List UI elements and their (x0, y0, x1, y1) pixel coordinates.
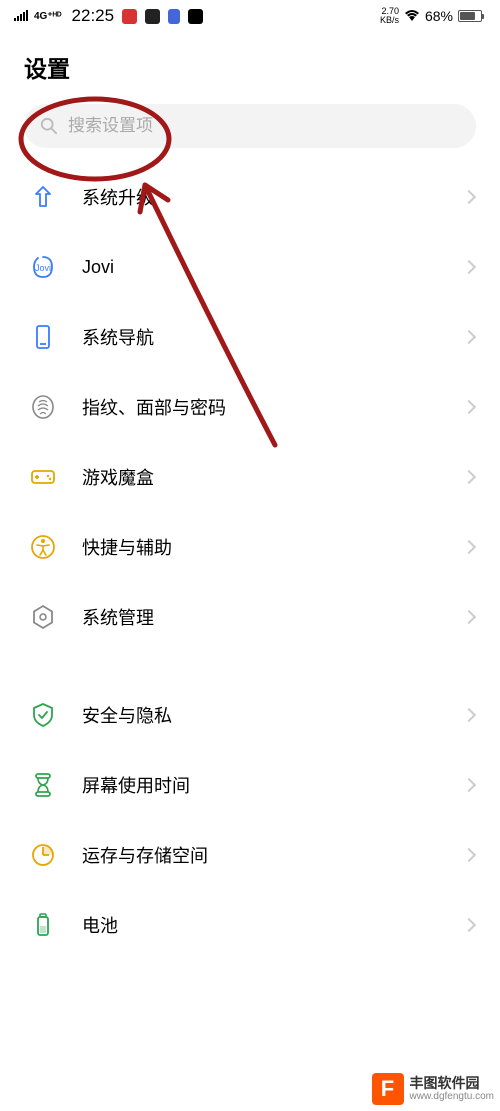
svg-text:Jovi: Jovi (35, 263, 51, 273)
chevron-right-icon (462, 260, 476, 274)
settings-item-system-nav[interactable]: 系统导航 (0, 302, 500, 372)
chevron-right-icon (462, 400, 476, 414)
gamepad-icon (30, 464, 56, 490)
fingerprint-icon (30, 394, 56, 420)
chevron-right-icon (462, 848, 476, 862)
settings-item-game-box[interactable]: 游戏魔盒 (0, 442, 500, 512)
settings-item-fingerprint[interactable]: 指纹、面部与密码 (0, 372, 500, 442)
item-label: 快捷与辅助 (82, 534, 438, 560)
watermark: F 丰图软件园 www.dgfengtu.com (366, 1067, 500, 1111)
settings-item-battery[interactable]: 电池 (0, 890, 500, 960)
settings-item-system-upgrade[interactable]: 系统升级 (0, 162, 500, 232)
settings-item-jovi[interactable]: Jovi Jovi (0, 232, 500, 302)
fade-overlay (0, 1011, 500, 1071)
battery-percent: 68% (425, 8, 453, 24)
arrow-up-icon (30, 184, 56, 210)
jovi-icon: Jovi (30, 254, 56, 280)
pie-clock-icon (30, 842, 56, 868)
item-label: 屏幕使用时间 (82, 772, 438, 798)
chevron-right-icon (462, 778, 476, 792)
battery-icon (30, 912, 56, 938)
phone-rect-icon (30, 324, 56, 350)
status-left: 4G⁺ᴴᴰ 22:25 (14, 6, 203, 26)
chevron-right-icon (462, 540, 476, 554)
time-label: 22:25 (72, 6, 115, 26)
wifi-icon (404, 8, 420, 24)
search-bar[interactable] (24, 104, 476, 148)
item-label: 指纹、面部与密码 (82, 394, 438, 420)
accessibility-icon (30, 534, 56, 560)
battery-icon (458, 10, 482, 22)
watermark-logo: F (372, 1073, 404, 1105)
app-icon-4 (188, 9, 203, 24)
settings-item-screen-time[interactable]: 屏幕使用时间 (0, 750, 500, 820)
search-icon (40, 117, 58, 135)
settings-item-security[interactable]: 安全与隐私 (0, 680, 500, 750)
shield-check-icon (30, 702, 56, 728)
item-label: 系统管理 (82, 604, 438, 630)
network-label: 4G⁺ᴴᴰ (34, 11, 62, 22)
page-title: 设置 (0, 30, 500, 98)
chevron-right-icon (462, 918, 476, 932)
item-label: 电池 (82, 912, 438, 938)
settings-item-accessibility[interactable]: 快捷与辅助 (0, 512, 500, 582)
chevron-right-icon (462, 190, 476, 204)
chevron-right-icon (462, 470, 476, 484)
item-label: 运存与存储空间 (82, 842, 438, 868)
app-icon-3 (168, 9, 180, 24)
hexagon-icon (30, 604, 56, 630)
status-right: 2.70 KB/s 68% (380, 7, 482, 25)
chevron-right-icon (462, 610, 476, 624)
watermark-url: www.dgfengtu.com (410, 1091, 495, 1102)
chevron-right-icon (462, 708, 476, 722)
signal-icon (14, 8, 28, 24)
settings-item-system-mgmt[interactable]: 系统管理 (0, 582, 500, 652)
app-icon-2 (145, 9, 160, 24)
item-label: Jovi (82, 257, 438, 278)
settings-list: 系统升级 Jovi Jovi 系统导航 指纹、面部与密码 游戏魔盒 快捷 (0, 162, 500, 960)
hourglass-icon (30, 772, 56, 798)
app-icon-1 (122, 9, 137, 24)
status-bar: 4G⁺ᴴᴰ 22:25 2.70 KB/s 68% (0, 0, 500, 30)
item-label: 系统导航 (82, 324, 438, 350)
search-input[interactable] (68, 116, 460, 136)
item-label: 安全与隐私 (82, 702, 438, 728)
item-label: 游戏魔盒 (82, 464, 438, 490)
item-label: 系统升级 (82, 184, 438, 210)
network-speed: 2.70 KB/s (380, 7, 399, 25)
chevron-right-icon (462, 330, 476, 344)
section-divider (0, 652, 500, 680)
watermark-name: 丰图软件园 (410, 1076, 495, 1091)
settings-item-storage[interactable]: 运存与存储空间 (0, 820, 500, 890)
